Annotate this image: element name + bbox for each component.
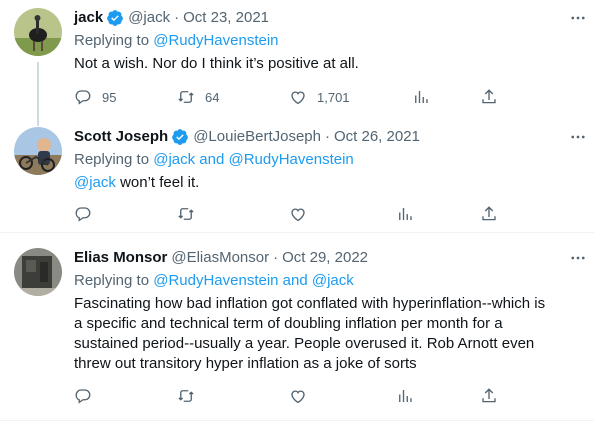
- like-button[interactable]: 1,701: [289, 86, 350, 108]
- retweet-count: 64: [205, 89, 220, 105]
- retweet-button[interactable]: [177, 385, 195, 407]
- replying-to-label: Replying to: [74, 32, 154, 49]
- share-button[interactable]: [480, 203, 498, 225]
- reply-icon: [75, 389, 91, 404]
- separator-dot: ·: [273, 249, 279, 266]
- mention-link[interactable]: @jack: [74, 174, 116, 191]
- more-button[interactable]: [568, 248, 588, 268]
- reply-icon: [75, 207, 91, 222]
- heart-icon: [291, 91, 305, 105]
- views-button[interactable]: [396, 385, 414, 407]
- verified-badge-icon: [106, 9, 124, 27]
- tweet-text: @jack won’t feel it.: [74, 173, 580, 193]
- more-button[interactable]: [568, 127, 588, 147]
- author-name[interactable]: Elias Monsor: [74, 248, 167, 268]
- tweet-divider: [0, 232, 594, 233]
- reply-button[interactable]: 95: [74, 86, 116, 108]
- replying-to: Replying to @jack and @RudyHavenstein: [74, 150, 580, 170]
- author-handle[interactable]: @EliasMonsor: [171, 248, 269, 268]
- replying-to-link[interactable]: @jack and @RudyHavenstein: [153, 151, 354, 168]
- retweet-button[interactable]: 64: [177, 86, 219, 108]
- avatar[interactable]: [14, 248, 62, 296]
- more-button[interactable]: [568, 8, 588, 28]
- tweet-text-line: sustained period--usually a year. People…: [74, 335, 535, 352]
- share-button[interactable]: [480, 86, 498, 108]
- more-icon: [571, 135, 585, 139]
- share-button[interactable]: [480, 385, 498, 407]
- reply-button[interactable]: [74, 203, 92, 225]
- heart-icon: [291, 208, 305, 222]
- tweet-text-line: threw out transitory hyper inflation as …: [74, 355, 417, 372]
- tweet-text-rest: won’t feel it.: [115, 174, 200, 191]
- more-icon: [571, 16, 585, 20]
- tweet-date[interactable]: Oct 23, 2021: [183, 8, 269, 28]
- tweet-text-line: Fascinating how bad inflation got confla…: [74, 295, 546, 312]
- more-icon: [571, 256, 585, 260]
- separator-dot: ·: [174, 9, 180, 26]
- like-button[interactable]: [289, 203, 307, 225]
- views-chart-icon: [399, 390, 412, 402]
- avatar-image: [14, 127, 62, 175]
- replying-to-label: Replying to: [74, 151, 154, 168]
- avatar[interactable]: [14, 8, 62, 56]
- tweet-scott-joseph[interactable]: Scott Joseph @LouieBertJoseph · Oct 26, …: [0, 127, 594, 227]
- thread-line: [37, 62, 39, 126]
- share-icon: [482, 206, 496, 221]
- replying-to: Replying to @RudyHavenstein and @jack: [74, 271, 580, 291]
- like-count: 1,701: [317, 89, 350, 105]
- like-button[interactable]: [289, 385, 307, 407]
- avatar-image: [14, 248, 62, 296]
- tweet-elias-monsor[interactable]: Elias Monsor @EliasMonsor · Oct 29, 2022…: [0, 248, 594, 418]
- author-name[interactable]: jack: [74, 8, 103, 28]
- avatar-image: [14, 8, 62, 56]
- heart-icon: [291, 390, 305, 404]
- retweet-icon: [178, 208, 194, 220]
- retweet-icon: [178, 91, 194, 103]
- tweet-date[interactable]: Oct 26, 2021: [334, 127, 420, 147]
- views-button[interactable]: [396, 203, 414, 225]
- replying-to-link[interactable]: @RudyHavenstein: [153, 32, 278, 49]
- retweet-icon: [178, 390, 194, 402]
- views-chart-icon: [415, 91, 428, 103]
- tweet-text-line: a specific and technical term of doublin…: [74, 315, 503, 332]
- tweet-text: Fascinating how bad inflation got confla…: [74, 294, 580, 374]
- verified-badge-icon: [171, 128, 189, 146]
- views-button[interactable]: [412, 86, 430, 108]
- reply-button[interactable]: [74, 385, 92, 407]
- author-handle[interactable]: @jack: [128, 8, 170, 28]
- share-icon: [482, 388, 496, 403]
- tweet-jack[interactable]: jack @jack · Oct 23, 2021 Replying to @R…: [0, 8, 594, 126]
- reply-count: 95: [102, 89, 117, 105]
- tweet-divider: [0, 420, 594, 421]
- replying-to-link[interactable]: @RudyHavenstein and @jack: [153, 272, 354, 289]
- tweet-text: Not a wish. Nor do I think it’s positive…: [74, 55, 359, 72]
- author-handle[interactable]: @LouieBertJoseph: [193, 127, 321, 147]
- replying-to-label: Replying to: [74, 272, 154, 289]
- share-icon: [482, 89, 496, 104]
- tweet-date[interactable]: Oct 29, 2022: [282, 248, 368, 268]
- views-chart-icon: [399, 208, 412, 220]
- retweet-button[interactable]: [177, 203, 195, 225]
- avatar[interactable]: [14, 127, 62, 175]
- replying-to: Replying to @RudyHavenstein: [74, 31, 580, 51]
- author-name[interactable]: Scott Joseph: [74, 127, 168, 147]
- separator-dot: ·: [325, 128, 330, 145]
- reply-icon: [75, 90, 91, 105]
